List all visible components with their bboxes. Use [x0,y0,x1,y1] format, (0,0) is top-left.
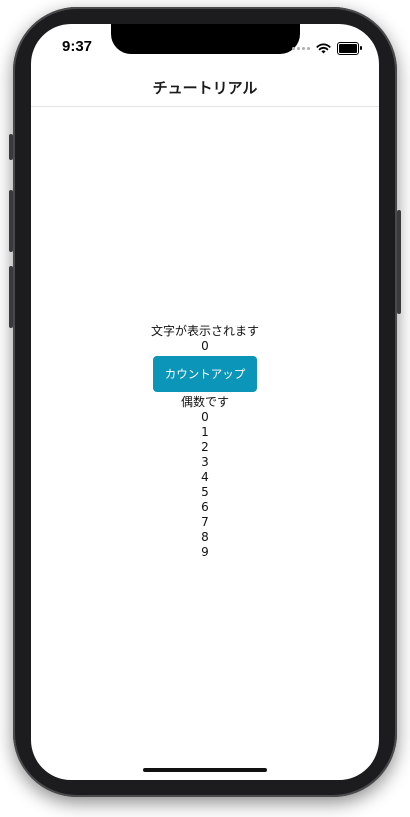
list-item: 1 [201,425,209,439]
silent-switch [9,134,13,160]
list-item: 6 [201,500,209,514]
list-item: 2 [201,440,209,454]
status-indicators [292,42,362,55]
list-item: 9 [201,545,209,559]
list-item: 5 [201,485,209,499]
app-screen: 9:37 チュートリアル 文字が表示されます 0 カウントアップ 偶数です 0 [31,24,379,780]
counter-value: 0 [201,339,209,353]
cellular-signal-icon [292,47,310,50]
power-button [397,210,401,314]
volume-down-button [9,266,13,328]
message-text: 文字が表示されます [150,324,259,338]
notch [111,24,300,54]
volume-up-button [9,190,13,252]
list-item: 3 [201,455,209,469]
list-item: 8 [201,530,209,544]
navigation-bar: チュートリアル [31,68,379,107]
count-up-button[interactable]: カウントアップ [153,356,257,392]
battery-level [339,44,357,53]
list-item: 0 [201,410,209,424]
home-indicator[interactable] [143,768,267,772]
device-frame: 9:37 チュートリアル 文字が表示されます 0 カウントアップ 偶数です 0 [0,0,410,817]
main-content: 文字が表示されます 0 カウントアップ 偶数です 0 1 2 3 4 5 6 7… [31,324,379,560]
battery-icon [337,42,362,55]
number-list: 0 1 2 3 4 5 6 7 8 9 [201,410,209,560]
parity-label: 偶数です [180,395,229,409]
status-time: 9:37 [62,38,93,55]
list-item: 4 [201,470,209,484]
wifi-icon [316,43,331,54]
list-item: 7 [201,515,209,529]
page-title: チュートリアル [152,78,258,97]
